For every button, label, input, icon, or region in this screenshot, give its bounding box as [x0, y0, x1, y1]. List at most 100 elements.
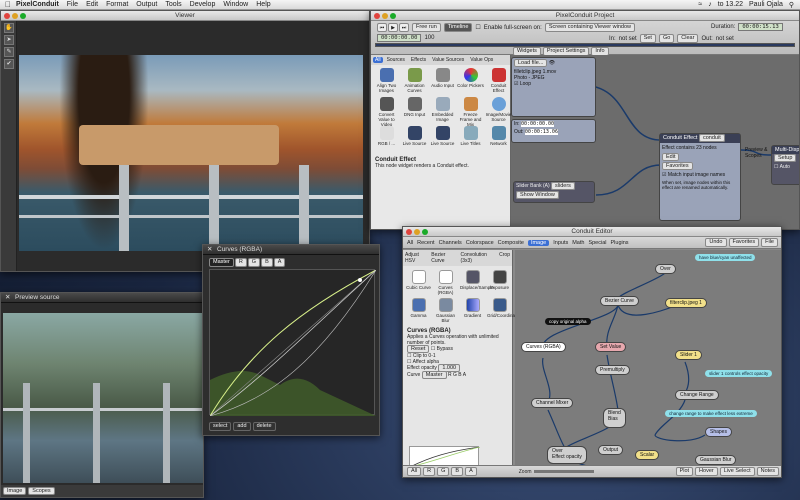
- ed-tab-composite[interactable]: Composite: [498, 240, 524, 246]
- graph-node-premultiply[interactable]: Premultiply: [595, 365, 630, 375]
- conduit-node-name[interactable]: conduit: [698, 134, 725, 142]
- menu-user[interactable]: Pauli Ojala: [749, 1, 783, 8]
- lib-item[interactable]: RGB / ...: [373, 125, 400, 153]
- menu-clock[interactable]: to 13.22: [718, 1, 743, 8]
- loop-checkbox[interactable]: ☑: [514, 81, 518, 87]
- sliders-field[interactable]: sliders: [551, 182, 575, 190]
- graph-node-slider-1[interactable]: Slider 1: [675, 350, 702, 360]
- editor-file-button[interactable]: File: [761, 238, 778, 247]
- curve-tab-r[interactable]: R: [448, 372, 452, 378]
- ed-tab-all[interactable]: All: [407, 240, 413, 246]
- lib-tab-all[interactable]: All: [373, 57, 383, 63]
- menu-file[interactable]: File: [67, 1, 78, 8]
- ed-tab-math[interactable]: Math: [572, 240, 584, 246]
- footer-a[interactable]: A: [465, 467, 477, 476]
- node-in-time[interactable]: 00:00:00.00: [520, 121, 555, 127]
- footer-all[interactable]: All: [407, 467, 422, 476]
- curve-delete-button[interactable]: delete: [252, 422, 276, 431]
- go-in-button[interactable]: Go: [658, 34, 675, 43]
- graph-note-change-range[interactable]: change range to make effect less extreme: [665, 410, 757, 417]
- graph-node-over-opacity[interactable]: Over Effect opacity: [547, 446, 587, 464]
- wifi-icon[interactable]: ≈: [698, 1, 702, 8]
- footer-b[interactable]: B: [451, 467, 464, 476]
- fullscreen-select[interactable]: Screen containing Viewer window: [544, 23, 635, 32]
- hover-button[interactable]: Hover: [695, 467, 718, 476]
- minimize-icon[interactable]: [414, 229, 420, 235]
- editor-titlebar[interactable]: Conduit Editor: [403, 227, 781, 237]
- palette-item[interactable]: Gaussian Blur: [433, 297, 458, 323]
- crop-item[interactable]: Crop: [499, 252, 510, 264]
- graph-note-copy-alpha[interactable]: copy original alpha: [545, 318, 591, 325]
- palette-item[interactable]: Curves (RGBA): [433, 269, 458, 295]
- viewer-image[interactable]: [19, 55, 363, 251]
- in-out-node[interactable]: In: 00:00:00.00 Out: 00:00:13.06: [511, 119, 596, 143]
- palette-item[interactable]: Grid/Coordinates: [487, 297, 521, 323]
- graph-node-scalar[interactable]: Scalar: [635, 450, 660, 460]
- minimize-icon[interactable]: [12, 13, 18, 19]
- favorites-button[interactable]: Favorites: [662, 162, 693, 170]
- lib-item[interactable]: Image/Movie Source: [485, 96, 512, 124]
- lib-item[interactable]: Network: [485, 125, 512, 153]
- palette-item[interactable]: Gradient: [460, 297, 485, 323]
- graph-node-output[interactable]: Output: [598, 445, 624, 455]
- ed-tab-inputs[interactable]: Inputs: [553, 240, 568, 246]
- graph-node-bezier-curve[interactable]: Bezier Curve: [600, 296, 639, 306]
- palette-item[interactable]: Gamma: [406, 297, 431, 323]
- menu-app-name[interactable]: PixelConduit: [16, 1, 59, 8]
- palette-item[interactable]: Cubic Curve: [406, 269, 431, 295]
- lib-tab-effects[interactable]: Effects: [409, 57, 428, 63]
- channel-a[interactable]: A: [273, 258, 286, 267]
- load-file-button[interactable]: Load file...: [514, 59, 548, 67]
- auto-checkbox[interactable]: ☐: [774, 164, 778, 170]
- inspector-curve-preview[interactable]: [409, 446, 480, 467]
- channel-b[interactable]: B: [261, 258, 273, 267]
- setup-button[interactable]: Setup: [774, 154, 797, 162]
- lib-item[interactable]: Live Source: [401, 125, 428, 153]
- curve-select-button[interactable]: select: [209, 422, 232, 431]
- curves-titlebar[interactable]: ✕ Curves (RGBA): [203, 245, 379, 255]
- project-node-canvas[interactable]: Load file... 👁 filletclip.jpeg 1.mov Pho…: [511, 55, 799, 229]
- adjust-hsv-item[interactable]: Adjust HSV: [405, 252, 428, 264]
- graph-node-filterclip[interactable]: filterclip.jpeg 1: [665, 298, 707, 308]
- spotlight-icon[interactable]: ⚲: [789, 1, 794, 9]
- minimize-icon[interactable]: [382, 13, 388, 19]
- close-icon[interactable]: ✕: [207, 245, 212, 255]
- ed-tab-recent[interactable]: Recent: [417, 240, 434, 246]
- fast-forward-icon[interactable]: ⏭: [399, 23, 409, 32]
- reset-button[interactable]: Reset: [407, 345, 430, 353]
- lib-tab-value-sources[interactable]: Value Sources: [430, 57, 466, 63]
- lib-item[interactable]: Color Pickers: [457, 67, 484, 95]
- apple-icon[interactable]: : [0, 0, 16, 9]
- lib-item[interactable]: Embedded Image: [429, 96, 456, 124]
- menu-window[interactable]: Window: [223, 1, 248, 8]
- conduit-effect-node[interactable]: Conduit Effect conduit Effect contains 2…: [659, 133, 741, 221]
- channel-r[interactable]: R: [234, 258, 247, 267]
- edit-button[interactable]: Edit: [662, 153, 680, 161]
- footer-g[interactable]: G: [437, 467, 450, 476]
- palette-item[interactable]: Displace/Sample: [460, 269, 494, 295]
- curve-tab-master[interactable]: Master: [421, 371, 447, 379]
- curve-tab-b[interactable]: B: [458, 372, 461, 378]
- lib-item[interactable]: Live Titles: [457, 125, 484, 153]
- image-source-node[interactable]: Load file... 👁 filletclip.jpeg 1.mov Pho…: [511, 57, 596, 117]
- plot-button[interactable]: Plot: [675, 467, 694, 476]
- viewer-titlebar[interactable]: Viewer: [1, 11, 369, 21]
- rewind-icon[interactable]: ⏮: [377, 23, 387, 32]
- clear-in-button[interactable]: Clear: [677, 34, 699, 43]
- tab-scopes[interactable]: Scopes: [28, 487, 55, 495]
- graph-note-blue-cyan[interactable]: have blue/cyan unaffected: [695, 254, 756, 261]
- graph-node-set-value[interactable]: Set Value: [595, 342, 627, 352]
- ed-tab-colorspace[interactable]: Colorspace: [466, 240, 494, 246]
- footer-r[interactable]: R: [423, 467, 436, 476]
- volume-icon[interactable]: ♪: [708, 1, 712, 8]
- menu-format[interactable]: Format: [106, 1, 128, 8]
- preview-titlebar[interactable]: ✕ Preview source: [1, 293, 203, 303]
- multi-display-node[interactable]: Multi-Display Setup ☐ Auto: [771, 145, 799, 185]
- eyedropper-tool-icon[interactable]: ✔: [4, 59, 14, 69]
- eye-icon[interactable]: 👁: [549, 60, 555, 66]
- lib-item[interactable]: Align Two Images: [373, 67, 400, 95]
- zoom-slider[interactable]: [533, 470, 594, 473]
- close-icon[interactable]: [4, 13, 10, 19]
- free-run-button[interactable]: Free run: [412, 23, 441, 32]
- close-icon[interactable]: ✕: [5, 293, 10, 303]
